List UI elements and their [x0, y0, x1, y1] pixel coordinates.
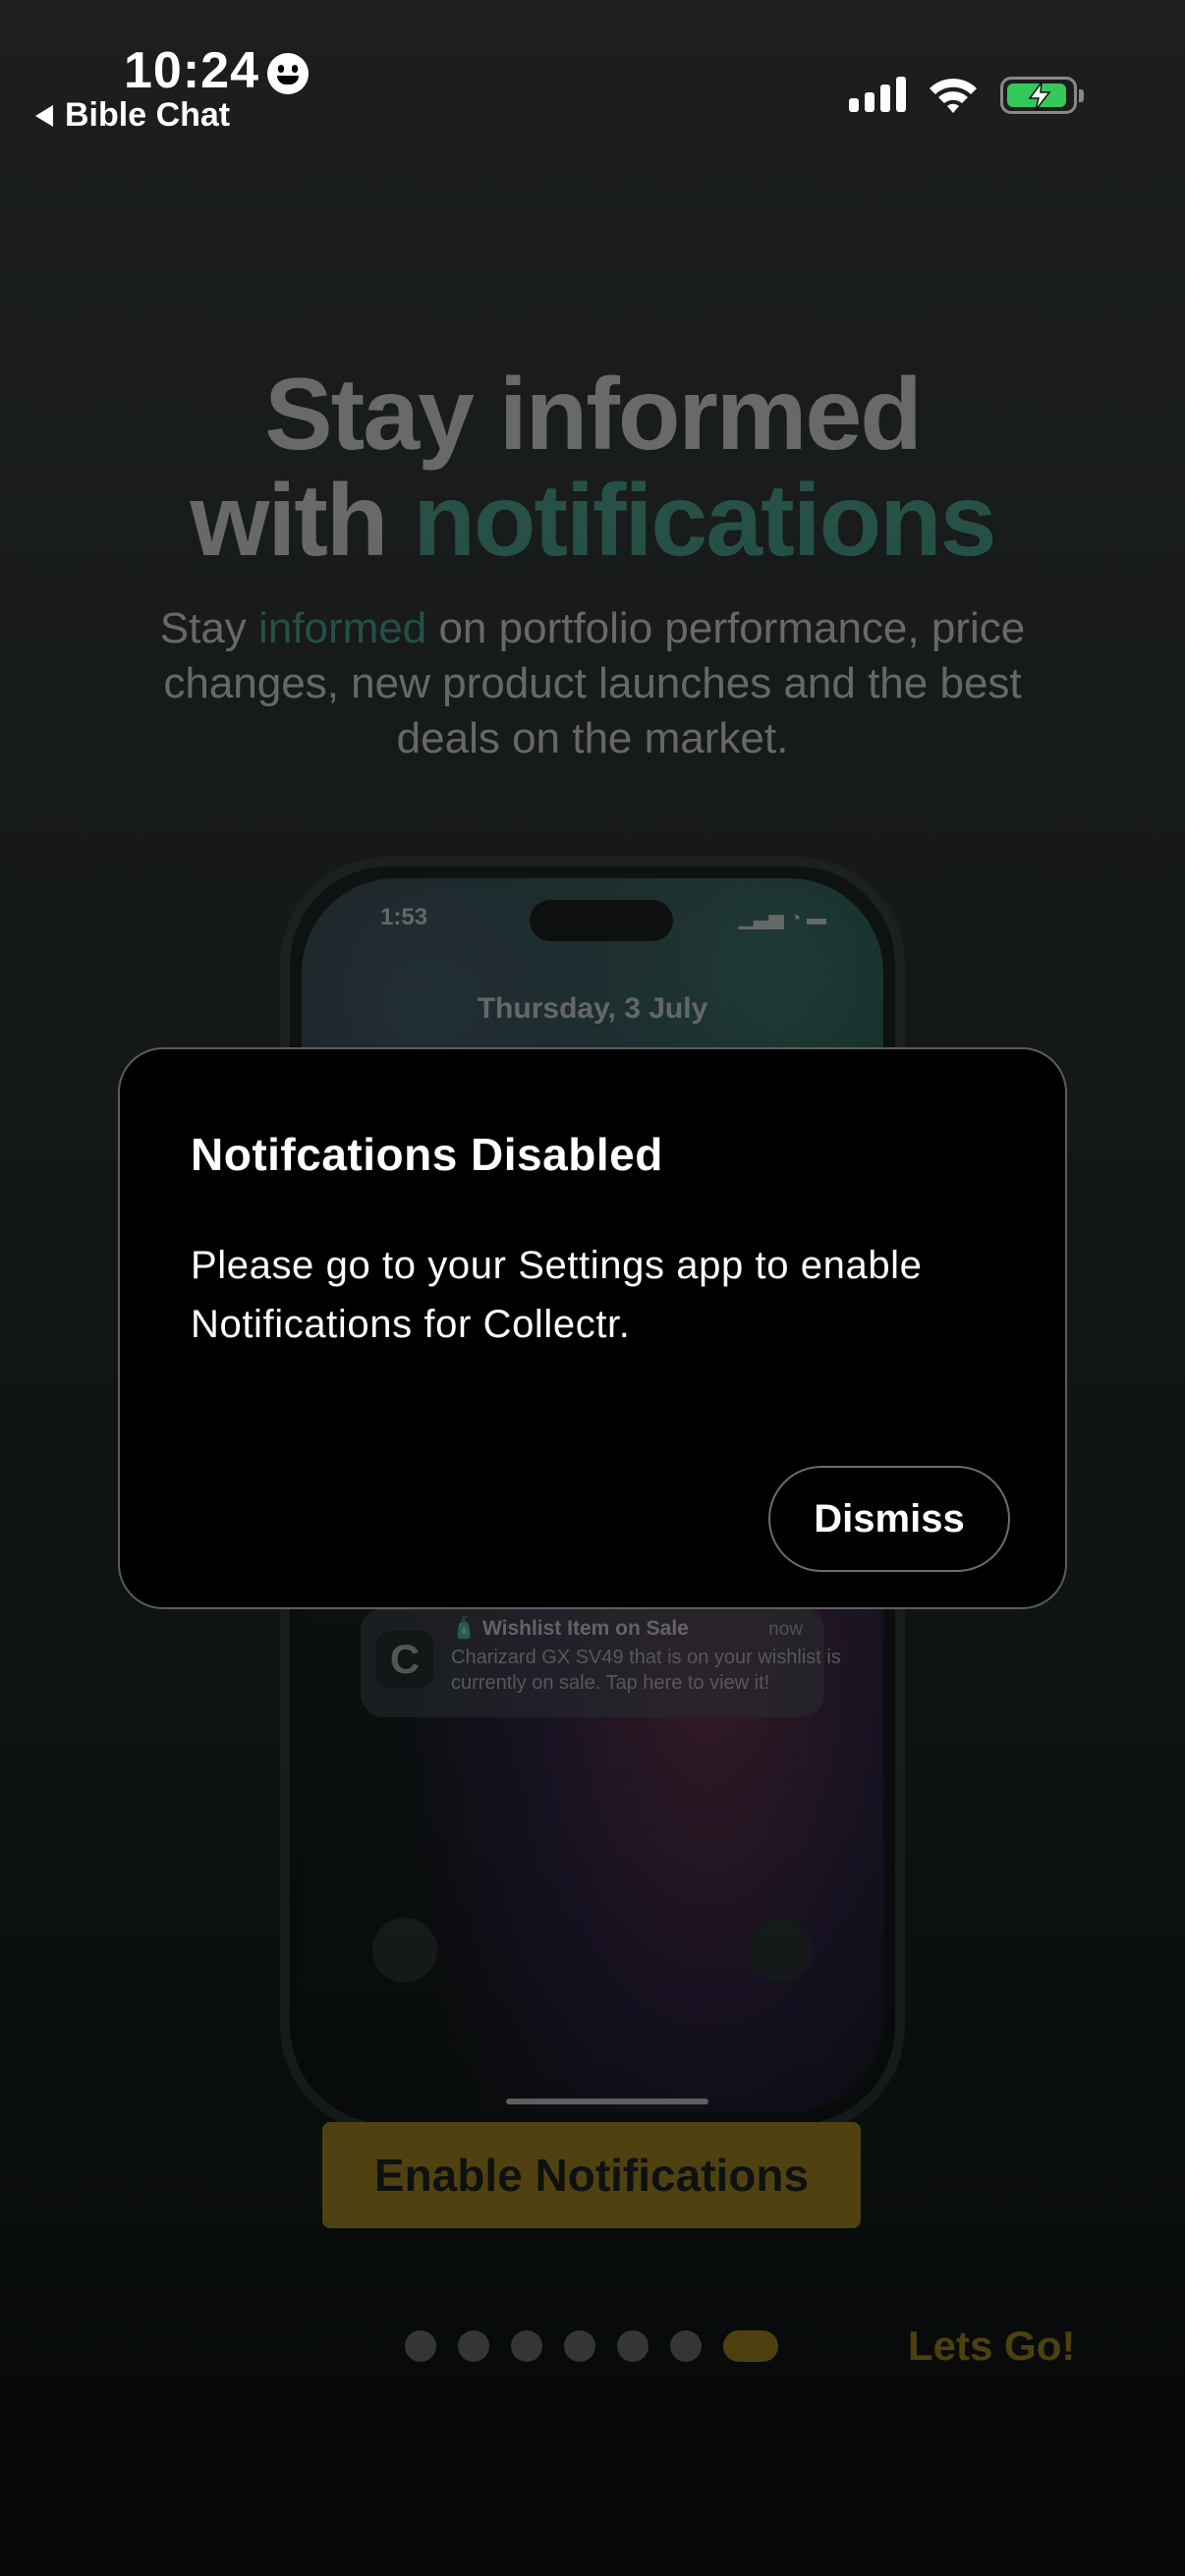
page-dot: [511, 2330, 542, 2362]
dialog-title: Notifcations Disabled: [191, 1129, 663, 1180]
camera-icon: [748, 1918, 813, 1983]
home-indicator: [506, 2099, 708, 2104]
notification-time: now: [768, 1619, 803, 1640]
notification-body: Charizard GX SV49 that is on your wishli…: [451, 1647, 841, 1694]
hero-subtitle: Stay informed on portfolio performance, …: [159, 604, 1026, 762]
flashlight-icon: [372, 1918, 437, 1983]
page-indicator: [405, 2330, 778, 2362]
phone-status-icons: ▁▃▅ ◔ ▬: [738, 908, 826, 929]
page-dot: [458, 2330, 489, 2362]
notification-title: 🧴 Wishlist Item on Sale: [451, 1617, 689, 1640]
collectr-logo-icon: C: [376, 1631, 433, 1688]
hero-title: Stay informed with notifications: [190, 358, 996, 578]
dialog-message: Please go to your Settings app to enable…: [191, 1244, 923, 1346]
notifications-disabled-dialog: Notifcations Disabled Please go to your …: [118, 1047, 1067, 1609]
enable-notifications-button: Enable Notifications: [322, 2122, 861, 2228]
wishlist-notification: C 🧴 Wishlist Item on Sale now Charizard …: [361, 1607, 841, 1717]
phone-time: 1:53: [380, 904, 428, 930]
page-dot: [564, 2330, 595, 2362]
page-dot-active: [723, 2330, 778, 2362]
phone-date: Thursday, 3 July: [477, 992, 708, 1025]
dynamic-island: [530, 900, 673, 941]
dismiss-button[interactable]: Dismiss: [768, 1466, 1010, 1572]
page-dot: [670, 2330, 702, 2362]
lets-go-button: Lets Go!: [908, 2323, 1076, 2369]
page-dot: [405, 2330, 436, 2362]
page-dot: [617, 2330, 649, 2362]
